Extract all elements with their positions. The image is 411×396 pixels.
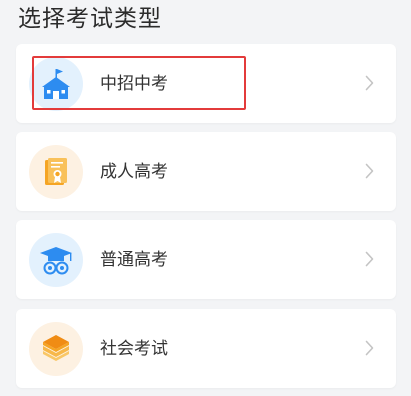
exam-type-option-gaokao[interactable]: 普通高考 xyxy=(16,220,396,299)
chevron-right-icon xyxy=(365,340,374,356)
exam-type-option-zhongkao[interactable]: 中招中考 xyxy=(16,44,396,123)
chevron-right-icon xyxy=(365,75,374,91)
exam-type-option-social[interactable]: 社会考试 xyxy=(16,309,396,388)
option-label: 成人高考 xyxy=(100,162,168,182)
chevron-right-icon xyxy=(365,163,374,179)
option-label: 普通高考 xyxy=(100,250,168,270)
exam-type-option-adult[interactable]: 成人高考 xyxy=(16,132,396,211)
chevron-right-icon xyxy=(365,251,374,267)
certificate-book-icon xyxy=(29,145,83,199)
option-label: 社会考试 xyxy=(100,339,168,359)
option-label: 中招中考 xyxy=(100,74,168,94)
school-building-icon xyxy=(29,57,83,111)
graduation-cap-icon xyxy=(29,233,83,287)
page-title: 选择考试类型 xyxy=(18,6,162,32)
layers-stack-icon xyxy=(29,322,83,376)
